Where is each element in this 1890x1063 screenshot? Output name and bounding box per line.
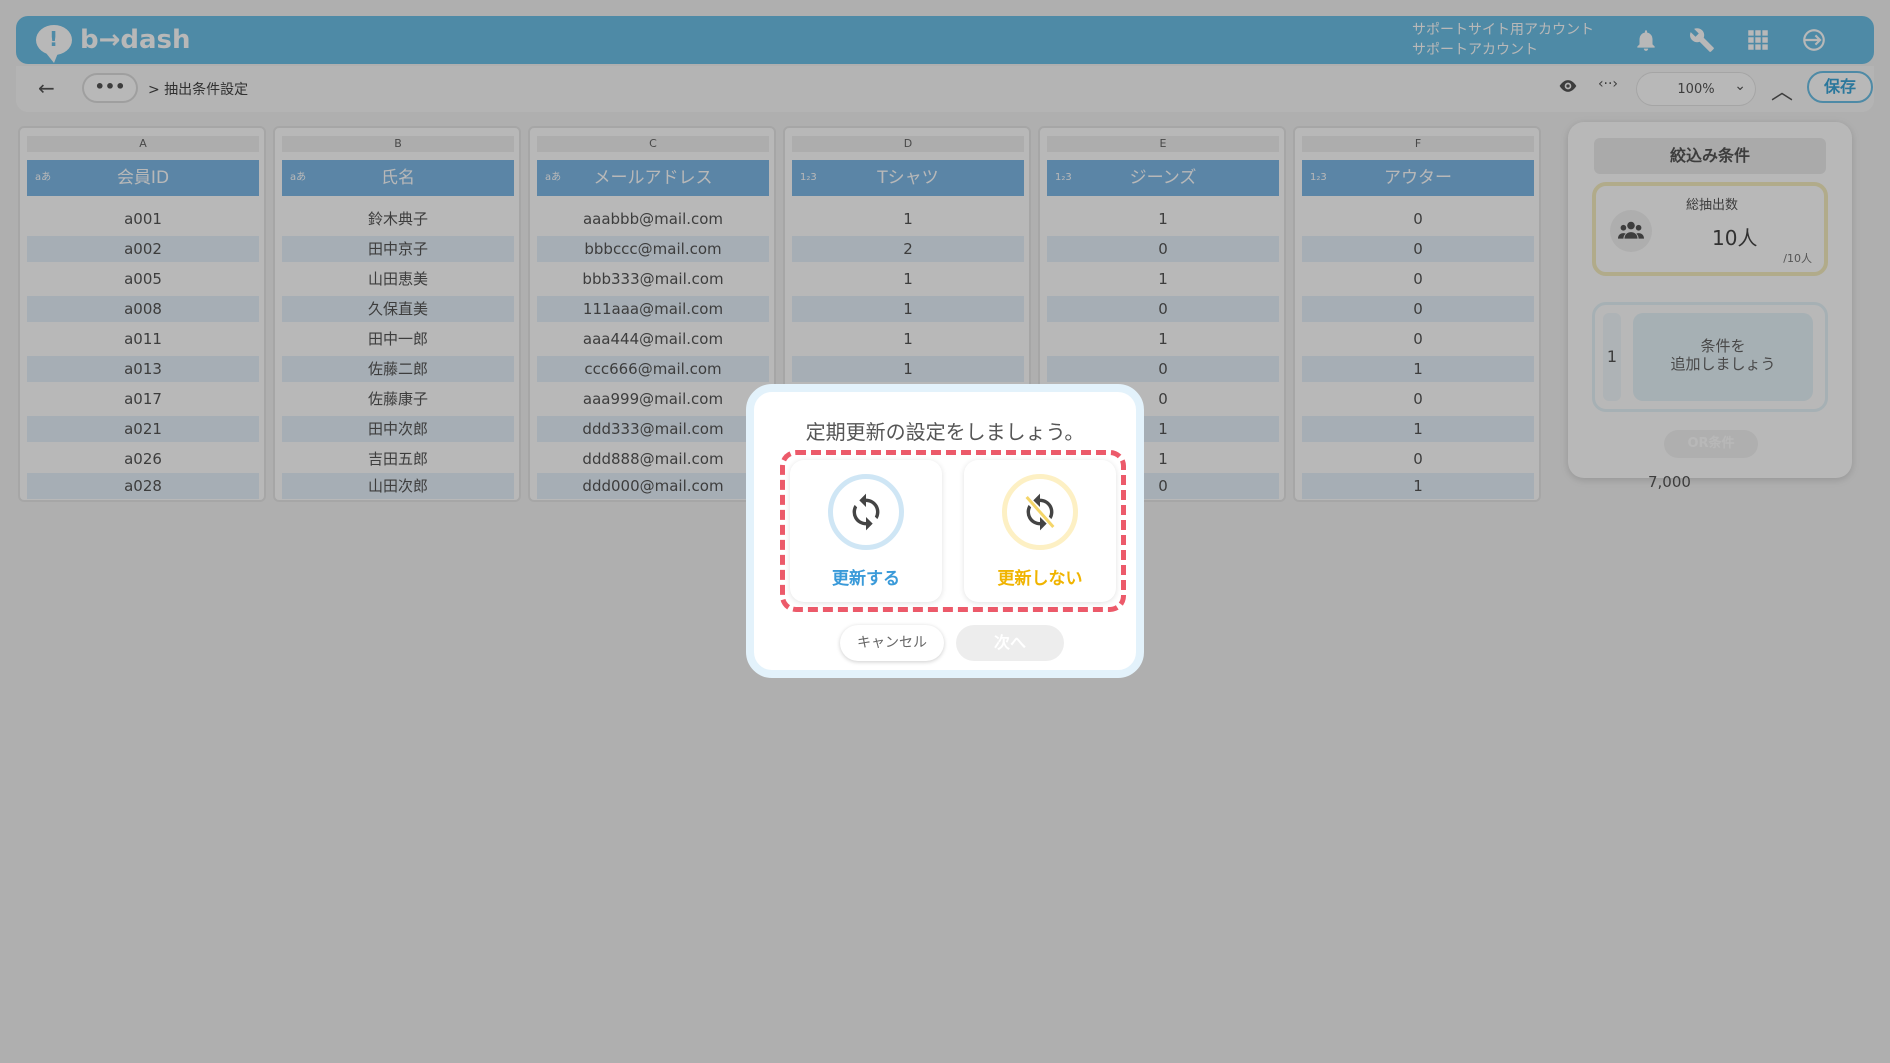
- no-update-option-label: 更新しない: [997, 569, 1083, 589]
- no-update-option-button[interactable]: 更新しない: [964, 460, 1116, 602]
- update-option-label: 更新する: [832, 569, 900, 589]
- modal-title: 定期更新の設定をしましょう。: [805, 420, 1085, 444]
- schedule-update-modal: 定期更新の設定をしましょう。 更新する 更新しない キャンセル 次へ: [746, 384, 1144, 678]
- cancel-button[interactable]: キャンセル: [840, 625, 944, 661]
- no-refresh-icon: [1002, 474, 1078, 550]
- update-option-button[interactable]: 更新する: [790, 460, 942, 602]
- next-button[interactable]: 次へ: [956, 625, 1064, 661]
- refresh-icon: [828, 474, 904, 550]
